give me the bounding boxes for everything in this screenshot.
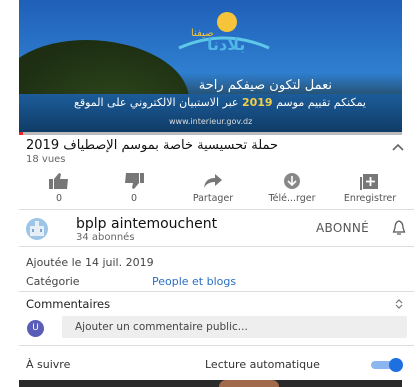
campaign-logo: صيفنا بلادنا bbox=[169, 8, 279, 60]
like-button[interactable]: 0 bbox=[19, 172, 99, 204]
autoplay-toggle[interactable] bbox=[371, 358, 403, 372]
divider bbox=[19, 291, 414, 292]
sun-logo-icon: صيفنا بلادنا bbox=[178, 12, 270, 54]
category-link[interactable]: People et blogs bbox=[152, 275, 236, 288]
add-to-playlist-icon bbox=[360, 174, 378, 190]
building-logo-icon bbox=[30, 221, 44, 236]
thumbnail-figure bbox=[219, 380, 279, 387]
divider bbox=[19, 246, 414, 247]
channel-avatar[interactable] bbox=[26, 218, 48, 240]
video-caption-2: يمكنكم تقييم موسم 2019 عبر الاستبيان الا… bbox=[73, 96, 366, 109]
divider bbox=[19, 209, 414, 210]
save-button[interactable]: Enregistrer bbox=[330, 172, 410, 204]
video-title: حملة تحسيسية خاصة بموسم الإصطياف 2019 bbox=[26, 138, 279, 153]
subscribed-button[interactable]: ABONNÉ bbox=[316, 221, 369, 235]
upload-date: Ajoutée le 14 juil. 2019 bbox=[26, 256, 154, 269]
video-player[interactable]: صيفنا بلادنا نعمل لتكون صيفكم راحة يمكنك… bbox=[19, 0, 402, 132]
download-button[interactable]: Télé...rger bbox=[252, 172, 332, 204]
bell-icon[interactable] bbox=[392, 220, 406, 236]
action-bar: 0 0 Partager Télé...rger Enregistrer bbox=[26, 172, 411, 210]
video-url: www.interieur.gov.dz bbox=[169, 117, 253, 126]
chevron-up-icon[interactable] bbox=[392, 142, 404, 152]
category-label: Catégorie bbox=[26, 275, 80, 288]
divider bbox=[19, 345, 414, 346]
video-progress-fill bbox=[19, 132, 23, 135]
video-caption-1: نعمل لتكون صيفكم راحة bbox=[198, 78, 332, 93]
download-icon bbox=[284, 173, 300, 189]
toggle-knob bbox=[389, 358, 403, 372]
dislike-button[interactable]: 0 bbox=[94, 172, 174, 204]
comment-input[interactable]: Ajouter un commentaire public... bbox=[62, 316, 407, 338]
user-avatar: U bbox=[27, 320, 44, 337]
share-button[interactable]: Partager bbox=[173, 172, 253, 204]
comments-heading[interactable]: Commentaires bbox=[26, 297, 110, 311]
next-video-thumbnail[interactable] bbox=[19, 380, 402, 387]
view-count: 18 vues bbox=[26, 154, 66, 165]
thumbs-down-icon bbox=[125, 173, 144, 189]
subscriber-count: 34 abonnés bbox=[76, 232, 135, 243]
channel-name[interactable]: bplp aintemouchent bbox=[76, 216, 217, 232]
up-next-label: À suivre bbox=[26, 358, 71, 371]
svg-text:بلادنا: بلادنا bbox=[207, 35, 245, 54]
autoplay-label: Lecture automatique bbox=[205, 358, 320, 371]
expand-comments-icon[interactable] bbox=[393, 298, 405, 310]
channel-row: bplp aintemouchent 34 abonnés ABONNÉ bbox=[26, 214, 411, 244]
thumbs-up-icon bbox=[49, 173, 68, 189]
video-progress-bar[interactable] bbox=[19, 132, 402, 135]
share-icon bbox=[204, 174, 222, 188]
